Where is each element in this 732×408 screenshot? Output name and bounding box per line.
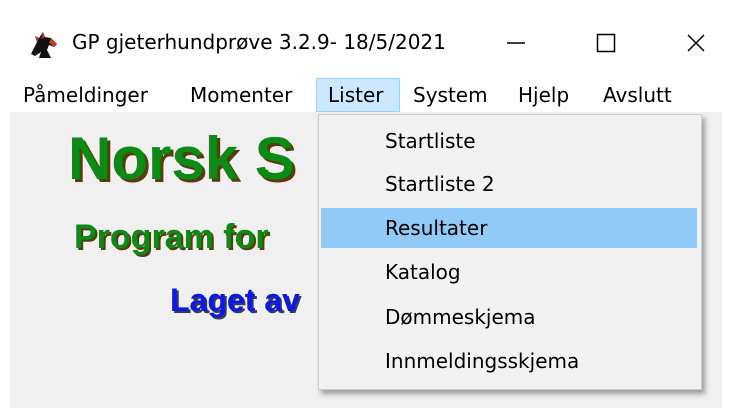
menu-lister[interactable]: Lister [316, 78, 400, 112]
window-title: GP gjeterhundprøve 3.2.9- 18/5/2021 [72, 30, 446, 54]
lister-dropdown-menu: Startliste Startliste 2 Resultater Katal… [318, 114, 702, 390]
menu-hjelp[interactable]: Hjelp [518, 78, 569, 112]
menu-avslutt[interactable]: Avslutt [603, 78, 672, 112]
menu-momenter[interactable]: Momenter [190, 78, 292, 112]
menu-bar: Påmeldinger Momenter Lister System Hjelp… [0, 74, 732, 112]
minimize-button[interactable] [480, 18, 552, 68]
author-line: Laget av [170, 282, 300, 318]
close-icon [687, 34, 705, 52]
close-button[interactable] [660, 18, 732, 68]
menu-item-dommeskjema[interactable]: Dømmeskjema [321, 297, 697, 337]
menu-item-katalog[interactable]: Katalog [321, 252, 697, 292]
app-window: GP gjeterhundprøve 3.2.9- 18/5/2021 Påme… [0, 0, 732, 408]
main-heading: Norsk S [68, 125, 295, 192]
menu-item-startliste-2[interactable]: Startliste 2 [321, 164, 697, 204]
menu-item-resultater[interactable]: Resultater [321, 208, 697, 248]
window-frame-left [0, 112, 10, 408]
window-frame-right [722, 112, 732, 408]
menu-item-innmeldingsskjema[interactable]: Innmeldingsskjema [321, 341, 697, 381]
program-subheading: Program for [74, 218, 269, 256]
menu-item-startliste[interactable]: Startliste [321, 121, 697, 161]
maximize-button[interactable] [570, 18, 642, 68]
horse-head-icon [31, 32, 57, 58]
title-bar[interactable]: GP gjeterhundprøve 3.2.9- 18/5/2021 [0, 0, 732, 74]
maximize-icon [596, 33, 616, 53]
menu-system[interactable]: System [413, 78, 488, 112]
menu-pameldinger[interactable]: Påmeldinger [23, 78, 148, 112]
minimize-icon [507, 42, 525, 44]
